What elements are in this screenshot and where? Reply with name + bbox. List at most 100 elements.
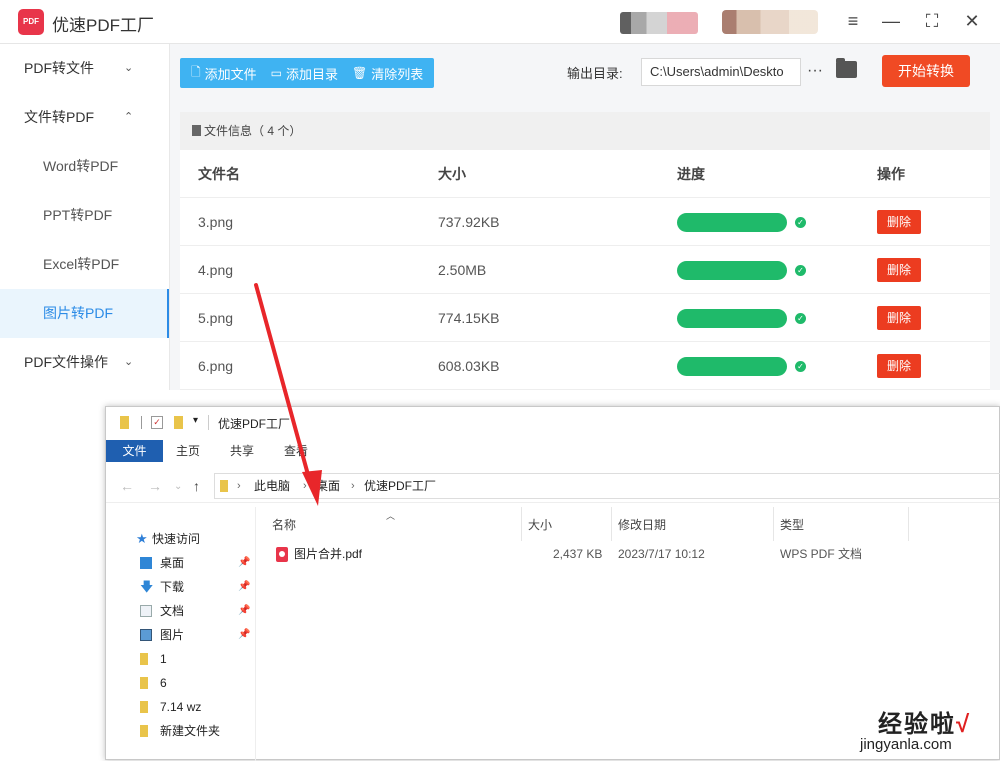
star-icon: ★ — [136, 531, 148, 546]
minimize-icon[interactable]: — — [879, 9, 903, 33]
delete-button[interactable]: 删除 — [877, 258, 921, 282]
column-headers: 名称 大小 修改日期 类型 — [266, 507, 1000, 541]
file-size: 2,437 KB — [553, 547, 603, 561]
header-size: 大小 — [438, 166, 466, 182]
file-table: 文件信息（ 4 个） 文件名 大小 进度 操作 3.png 737.92KB ✓… — [180, 112, 990, 390]
file-modified: 2023/7/17 10:12 — [618, 547, 705, 561]
pin-icon: 📌 — [238, 581, 251, 592]
file-info-bar: 文件信息（ 4 个） — [180, 112, 990, 150]
breadcrumb-desktop[interactable]: 桌面 — [316, 474, 340, 498]
column-name[interactable]: 名称 — [266, 507, 522, 541]
delete-button[interactable]: 删除 — [877, 210, 921, 234]
folder-icon — [140, 725, 148, 737]
app-logo-icon: PDF — [18, 9, 44, 35]
table-row: 3.png 737.92KB ✓ 删除 — [180, 198, 990, 246]
tab-home[interactable]: 主页 — [166, 440, 210, 462]
sidebar-item-excel-to-pdf[interactable]: Excel转PDF — [0, 240, 169, 289]
sidebar-item-ppt-to-pdf[interactable]: PPT转PDF — [0, 191, 169, 240]
file-name: 3.png — [198, 214, 234, 230]
column-type[interactable]: 类型 — [774, 507, 909, 541]
sidebar-item-label: Word转PDF — [43, 158, 119, 174]
picture-icon — [140, 629, 152, 641]
output-dir-label: 输出目录: — [567, 66, 623, 81]
menu-icon[interactable]: ≡ — [841, 9, 865, 33]
file-size: 608.03KB — [438, 358, 500, 374]
explorer-window: ✓ ▾ 优速PDF工厂 文件 主页 共享 查看 ← → ⌄ ↑ › 此电脑 › … — [105, 406, 1000, 761]
sidebar-item-word-to-pdf[interactable]: Word转PDF — [0, 142, 169, 191]
sidebar-item-label: PDF转文件 — [24, 60, 94, 76]
start-convert-button[interactable]: 开始转换 — [882, 55, 970, 87]
customize-toolbar-icon[interactable]: ▾ — [193, 415, 198, 426]
user-avatar-blurred[interactable] — [620, 12, 698, 34]
header-filename: 文件名 — [198, 166, 240, 182]
recent-dropdown-icon[interactable]: ⌄ — [174, 481, 182, 492]
folder-icon — [220, 480, 228, 492]
nav-item-label: 1 — [160, 652, 167, 666]
maximize-icon[interactable]: ⛶ — [920, 9, 944, 33]
pin-icon: 📌 — [238, 557, 251, 568]
address-path[interactable]: › 此电脑 › 桌面 › 优速PDF工厂 — [214, 473, 1000, 499]
forward-arrow-icon[interactable]: → — [148, 478, 162, 494]
sidebar-item-pdf-operations[interactable]: PDF文件操作 ⌄ — [0, 338, 169, 387]
desktop-icon — [140, 557, 152, 569]
up-arrow-icon[interactable]: ↑ — [193, 478, 200, 494]
divider — [141, 416, 142, 429]
folder-icon — [120, 416, 129, 429]
user-name-blurred[interactable] — [722, 10, 818, 34]
nav-item-label: 快速访问 — [152, 532, 201, 546]
check-icon: ✓ — [795, 265, 806, 276]
document-icon — [192, 125, 201, 136]
clear-list-label: 清除列表 — [371, 66, 424, 82]
nav-item-label: 文档 — [160, 604, 185, 618]
output-dir-input[interactable]: C:\Users\admin\Deskto — [641, 58, 801, 86]
breadcrumb-this-pc[interactable]: 此电脑 — [254, 474, 290, 498]
nav-item-label: 7.14 wz — [160, 700, 202, 714]
delete-button[interactable]: 删除 — [877, 354, 921, 378]
file-size: 2.50MB — [438, 262, 487, 278]
progress-bar — [677, 213, 787, 232]
delete-button[interactable]: 删除 — [877, 306, 921, 330]
add-directory-button[interactable]: ▭ 添加目录 — [264, 58, 345, 88]
back-arrow-icon[interactable]: ← — [120, 478, 134, 494]
tab-share[interactable]: 共享 — [220, 440, 264, 462]
file-info-count: 文件信息（ 4 个） — [204, 124, 302, 138]
trash-icon: 🗑 — [352, 66, 368, 80]
pin-icon: 📌 — [238, 629, 251, 640]
properties-icon[interactable]: ✓ — [151, 416, 163, 429]
file-name: 图片合并.pdf — [294, 547, 363, 561]
check-icon: ✓ — [795, 313, 806, 324]
column-size[interactable]: 大小 — [522, 507, 612, 541]
main-panel: 🗋 添加文件 ▭ 添加目录 🗑 清除列表 输出目录: C:\Users\admi… — [170, 44, 1000, 390]
close-icon[interactable]: ✕ — [960, 9, 984, 33]
nav-item-label: 6 — [160, 676, 167, 690]
clear-list-button[interactable]: 🗑 清除列表 — [345, 58, 430, 88]
table-row: 4.png 2.50MB ✓ 删除 — [180, 246, 990, 294]
check-icon: ✓ — [795, 217, 806, 228]
sidebar-item-file-to-pdf[interactable]: 文件转PDF ⌃ — [0, 93, 169, 142]
ribbon-tabs: 文件 主页 共享 查看 — [106, 440, 999, 462]
breadcrumb-folder[interactable]: 优速PDF工厂 — [364, 474, 436, 498]
divider — [208, 415, 209, 430]
add-file-button[interactable]: 🗋 添加文件 — [184, 58, 264, 88]
sidebar-item-label: 图片转PDF — [43, 305, 113, 321]
open-folder-icon[interactable] — [836, 58, 857, 78]
sidebar-item-image-to-pdf[interactable]: 图片转PDF — [0, 289, 169, 338]
tab-file[interactable]: 文件 — [106, 440, 163, 462]
sidebar-item-label: 文件转PDF — [24, 109, 94, 125]
document-icon — [140, 605, 152, 617]
table-header: 文件名 大小 进度 操作 — [180, 150, 990, 198]
pin-icon: 📌 — [238, 605, 251, 616]
folder-icon: ▭ — [270, 66, 283, 80]
chevron-down-icon: ⌄ — [124, 62, 134, 74]
tab-view[interactable]: 查看 — [274, 440, 318, 462]
watermark-url: jingyanla.com — [860, 736, 952, 753]
file-type: WPS PDF 文档 — [780, 547, 863, 561]
sidebar-item-pdf-to-file[interactable]: PDF转文件 ⌄ — [0, 44, 169, 93]
file-list-item[interactable]: 图片合并.pdf 2,437 KB 2023/7/17 10:12 WPS PD… — [266, 543, 1000, 565]
nav-item-label: 下载 — [160, 580, 185, 594]
more-options-button[interactable]: ··· — [807, 58, 823, 84]
new-folder-icon[interactable] — [174, 416, 183, 429]
column-modified[interactable]: 修改日期 — [612, 507, 774, 541]
progress-bar — [677, 357, 787, 376]
nav-item-label: 桌面 — [160, 556, 185, 570]
